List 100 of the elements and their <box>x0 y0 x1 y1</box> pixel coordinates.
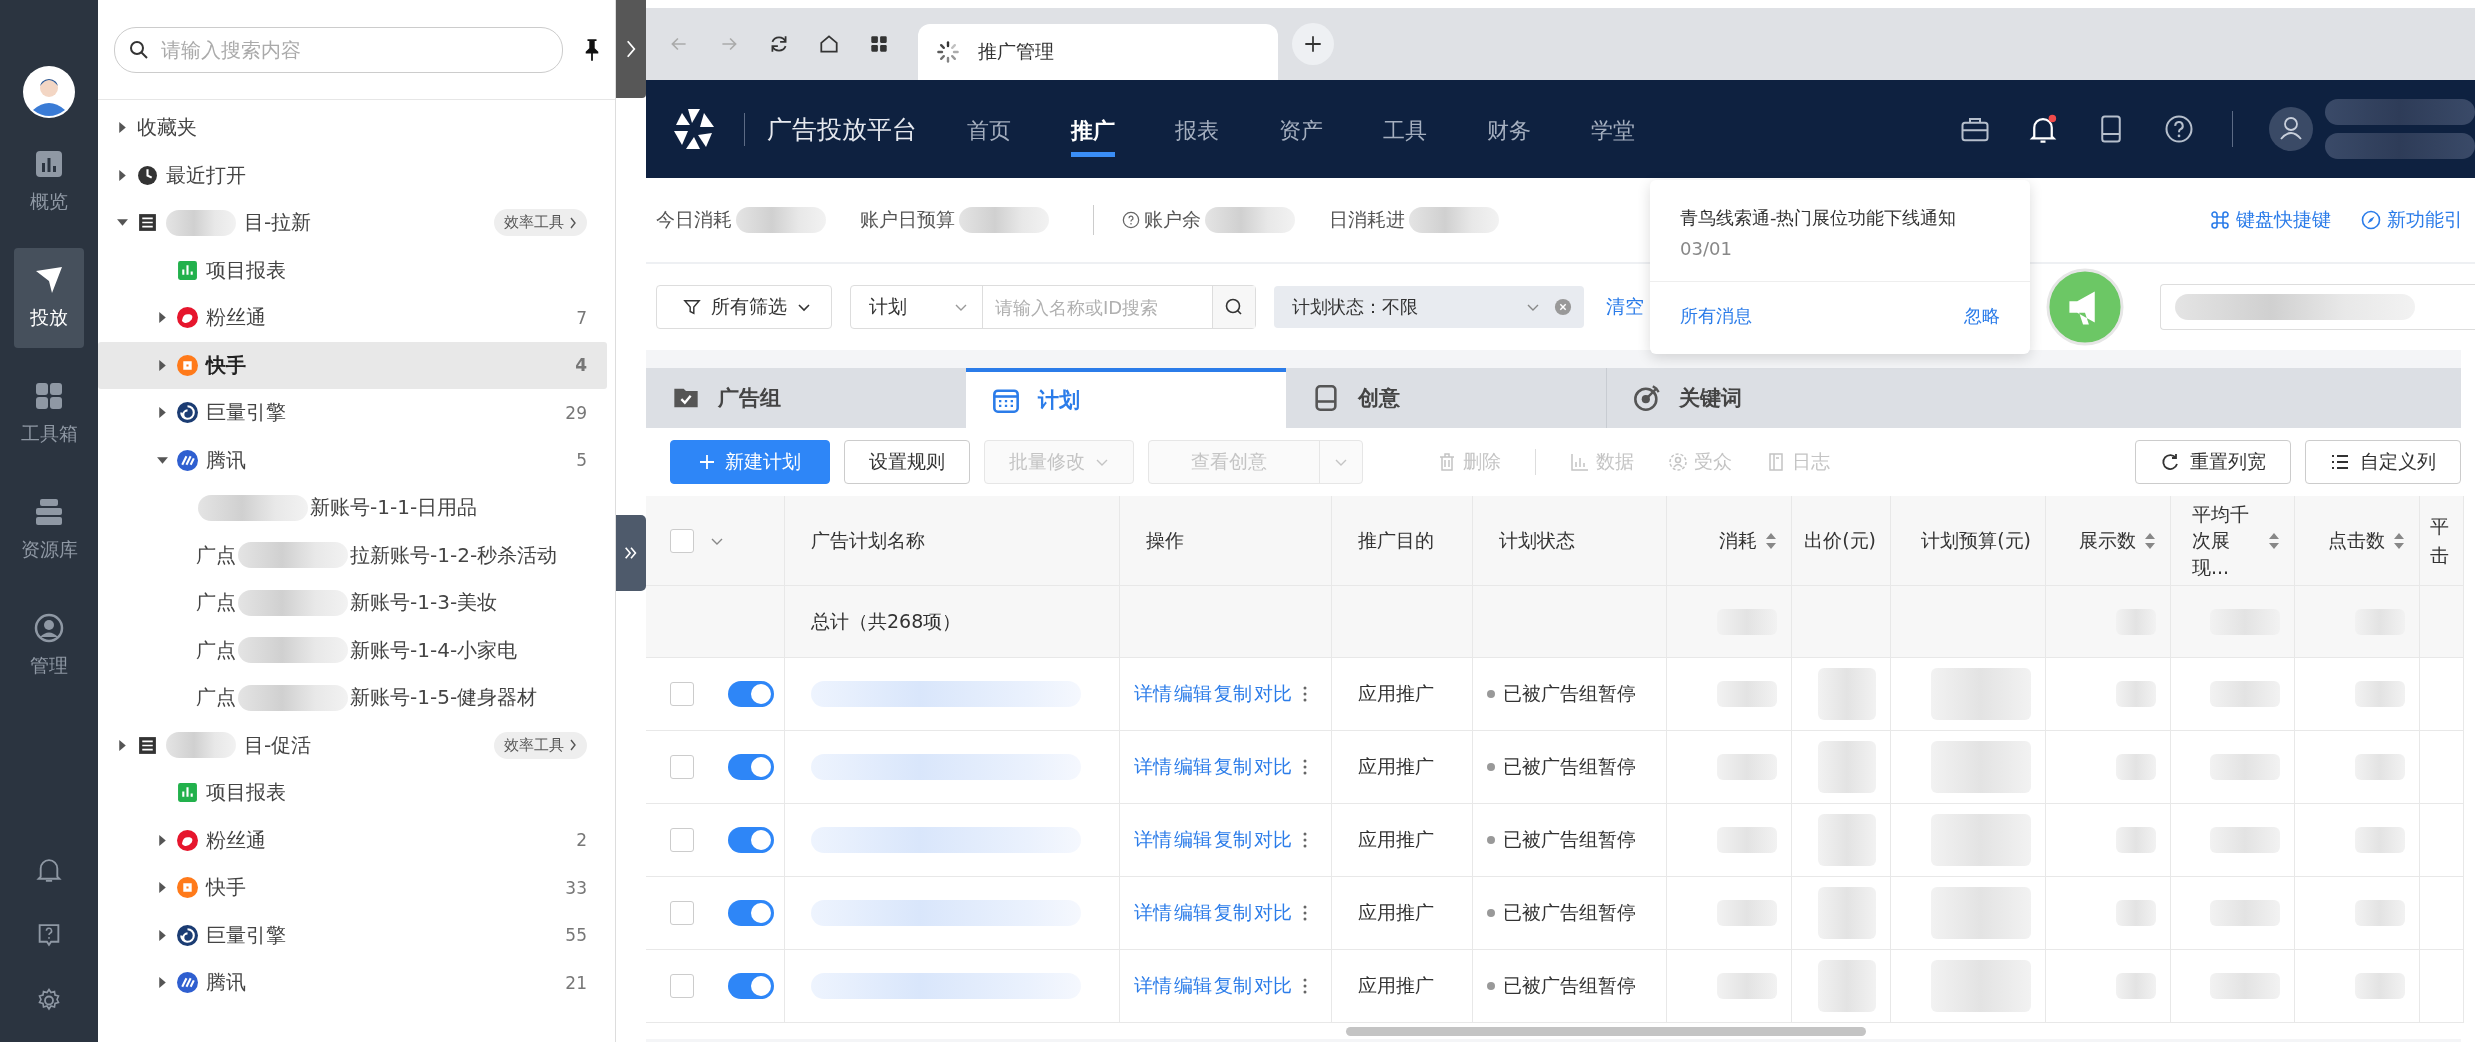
row-action-link[interactable]: 对比 <box>1254 754 1292 780</box>
nav-tab[interactable]: 资产 <box>1279 101 1323 157</box>
column-header[interactable]: 平均千次展现... <box>2171 496 2295 586</box>
tree-item[interactable]: 新账号-1-1-日用品 <box>98 484 607 532</box>
row-action-link[interactable]: 编辑 <box>1174 827 1212 853</box>
row-checkbox[interactable] <box>670 755 694 779</box>
caret-icon[interactable] <box>156 976 169 990</box>
home-icon[interactable] <box>818 33 840 55</box>
tree-item[interactable]: 腾讯 21 <box>98 959 607 1007</box>
tree-item[interactable]: 巨量引擎 29 <box>98 389 607 437</box>
row-action-link[interactable]: 详情 <box>1134 900 1172 926</box>
row-checkbox[interactable] <box>670 682 694 706</box>
help-icon[interactable] <box>1122 211 1140 229</box>
tree-item[interactable]: 快手 4 <box>98 341 607 389</box>
tab[interactable]: 计划 <box>966 368 1286 428</box>
row-action-link[interactable]: 复制 <box>1214 827 1252 853</box>
header-link[interactable]: 新功能引 <box>2361 207 2463 233</box>
column-header[interactable]: 计划状态 <box>1473 496 1667 586</box>
browser-tab[interactable]: 推广管理 <box>918 24 1278 80</box>
column-header[interactable]: 消耗 <box>1667 496 1792 586</box>
search-button[interactable] <box>1212 286 1255 328</box>
tree-item[interactable]: 广点 新账号-1-3-美妆 <box>98 579 607 627</box>
expand-panel-button[interactable] <box>616 515 646 591</box>
row-action-link[interactable]: 编辑 <box>1174 900 1212 926</box>
efficiency-tools-button[interactable]: 效率工具 <box>494 731 587 759</box>
row-action-link[interactable]: 复制 <box>1214 900 1252 926</box>
caret-icon[interactable] <box>116 168 129 182</box>
tree-item[interactable]: 目-促活 效率工具 <box>98 721 607 769</box>
column-header[interactable]: 计划预算(元) <box>1891 496 2046 586</box>
row-action-link[interactable]: 详情 <box>1134 973 1172 999</box>
new-tab-button[interactable] <box>1292 23 1334 65</box>
more-icon[interactable] <box>1302 903 1308 923</box>
all-filters-dropdown[interactable]: 所有筛选 <box>656 285 832 329</box>
caret-icon[interactable] <box>156 881 169 895</box>
search-field[interactable]: 请输入搜索内容 <box>114 26 563 73</box>
rail-nav-item[interactable]: 工具箱 <box>14 364 84 464</box>
toolbar-button[interactable]: 重置列宽 <box>2135 440 2291 484</box>
tab[interactable]: 创意 <box>1286 368 1606 428</box>
toggle-switch[interactable] <box>728 973 774 999</box>
toolbar-button[interactable]: 自定义列 <box>2305 440 2461 484</box>
more-icon[interactable] <box>1302 976 1308 996</box>
search-input[interactable]: 请输入搜索内容 <box>159 36 548 63</box>
row-action-link[interactable]: 复制 <box>1214 681 1252 707</box>
column-header[interactable]: 操作 <box>1120 496 1332 586</box>
caret-icon[interactable] <box>116 121 129 135</box>
scrollbar-thumb[interactable] <box>1346 1027 1866 1036</box>
row-action-link[interactable]: 编辑 <box>1174 754 1212 780</box>
caret-icon[interactable] <box>156 358 169 372</box>
pin-icon[interactable] <box>583 36 601 63</box>
toggle-switch[interactable] <box>728 681 774 707</box>
search-field[interactable]: 计划 请输入名称或ID搜索 <box>850 285 1256 329</box>
tree-item[interactable]: 快手 33 <box>98 864 607 912</box>
efficiency-tools-button[interactable]: 效率工具 <box>494 209 587 237</box>
clear-icon[interactable] <box>1554 298 1572 316</box>
all-messages-link[interactable]: 所有消息 <box>1680 304 1752 328</box>
tree-item[interactable]: 粉丝通 2 <box>98 816 607 864</box>
row-action-link[interactable]: 对比 <box>1254 973 1292 999</box>
tree-item[interactable]: 最近打开 <box>98 151 607 199</box>
row-action-link[interactable]: 对比 <box>1254 827 1292 853</box>
row-action-link[interactable]: 编辑 <box>1174 681 1212 707</box>
nav-tab[interactable]: 报表 <box>1175 101 1219 157</box>
more-icon[interactable] <box>1302 684 1308 704</box>
more-icon[interactable] <box>1302 757 1308 777</box>
rail-nav-item[interactable]: 资源库 <box>14 480 84 580</box>
row-action-link[interactable]: 复制 <box>1214 973 1252 999</box>
tree-item[interactable]: 巨量引擎 55 <box>98 911 607 959</box>
help-icon[interactable] <box>2164 114 2194 144</box>
search-field[interactable] <box>2160 284 2475 330</box>
column-header[interactable]: 平击 <box>2420 496 2464 586</box>
caret-icon[interactable] <box>116 738 129 752</box>
avatar-icon[interactable] <box>2269 107 2313 151</box>
caret-icon[interactable] <box>156 928 169 942</box>
nav-tab[interactable]: 财务 <box>1487 101 1531 157</box>
caret-icon[interactable] <box>156 311 169 325</box>
tree-item[interactable]: 广点 新账号-1-5-健身器材 <box>98 674 607 722</box>
row-checkbox[interactable] <box>670 828 694 852</box>
row-action-link[interactable]: 详情 <box>1134 681 1172 707</box>
toolbar-button[interactable]: 设置规则 <box>844 440 970 484</box>
row-action-link[interactable]: 对比 <box>1254 900 1292 926</box>
row-action-link[interactable]: 对比 <box>1254 681 1292 707</box>
tree-item[interactable]: 收藏夹 <box>98 104 607 152</box>
nav-tab[interactable]: 学堂 <box>1591 101 1635 157</box>
caret-icon[interactable] <box>156 406 169 420</box>
tree-item[interactable]: 广点 新账号-1-4-小家电 <box>98 626 607 674</box>
row-action-link[interactable]: 编辑 <box>1174 973 1212 999</box>
ignore-link[interactable]: 忽略 <box>1964 304 2000 328</box>
nav-tab[interactable]: 工具 <box>1383 101 1427 157</box>
tree-item[interactable]: 广点 拉新账号-1-2-秒杀活动 <box>98 531 607 579</box>
notification-title[interactable]: 青鸟线索通-热门展位功能下线通知 <box>1680 206 2000 230</box>
caret-icon[interactable] <box>156 833 169 847</box>
rail-nav-item[interactable]: 概览 <box>14 132 84 232</box>
tree-item[interactable]: 腾讯 5 <box>98 436 607 484</box>
column-header[interactable]: 点击数 <box>2295 496 2420 586</box>
toggle-switch[interactable] <box>728 900 774 926</box>
select-all-checkbox[interactable] <box>670 528 694 553</box>
apps-icon[interactable] <box>868 33 890 55</box>
avatar-icon[interactable] <box>23 66 75 118</box>
column-header[interactable]: 出价(元) <box>1792 496 1891 586</box>
column-header[interactable]: 广告计划名称 <box>785 496 1120 586</box>
bell-icon[interactable] <box>2028 114 2058 144</box>
